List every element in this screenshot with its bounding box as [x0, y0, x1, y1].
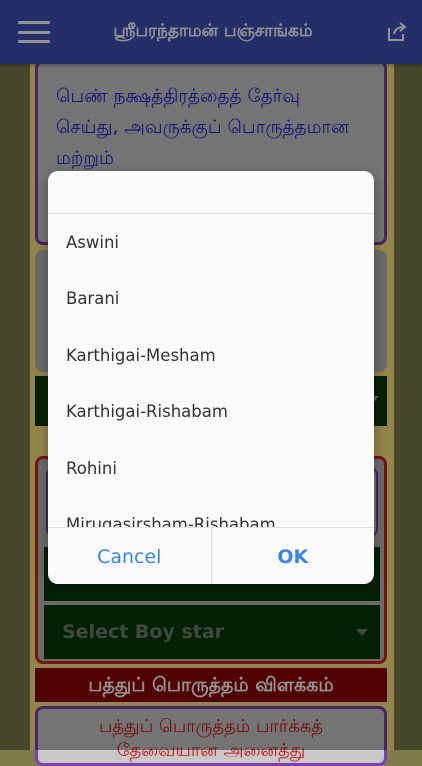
star-option-aswini[interactable]: Aswini — [48, 214, 374, 271]
star-option-barani[interactable]: Barani — [48, 271, 374, 328]
star-option-mirugasirsham-rishabam[interactable]: Mirugasirsham-Rishabam — [48, 497, 374, 527]
star-option-karthigai-mesham[interactable]: Karthigai-Mesham — [48, 327, 374, 384]
star-picker-dialog: Aswini Barani Karthigai-Mesham Karthigai… — [48, 171, 374, 584]
ok-button[interactable]: OK — [212, 528, 375, 584]
dialog-header — [48, 171, 374, 214]
cancel-button[interactable]: Cancel — [48, 528, 212, 584]
star-option-rohini[interactable]: Rohini — [48, 440, 374, 497]
dialog-buttons: Cancel OK — [48, 527, 374, 584]
star-option-karthigai-rishabam[interactable]: Karthigai-Rishabam — [48, 384, 374, 441]
star-list[interactable]: Aswini Barani Karthigai-Mesham Karthigai… — [48, 214, 374, 527]
